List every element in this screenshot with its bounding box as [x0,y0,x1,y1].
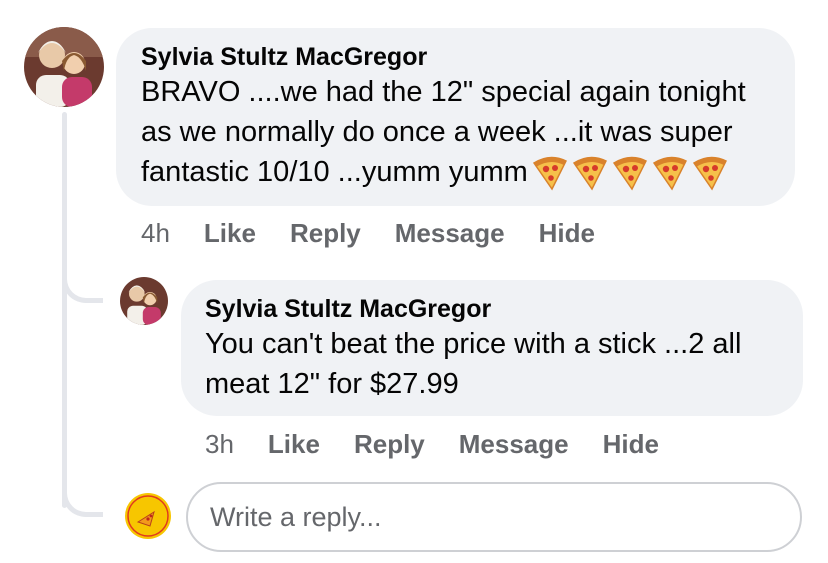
pizza-emoji [532,157,567,191]
comment-timestamp[interactable]: 4h [141,218,170,249]
reply-avatar[interactable] [120,277,168,325]
comment-actions: 4h Like Reply Message Hide [141,218,629,249]
pizza-emoji [612,157,647,191]
reply-reply-button[interactable]: Reply [354,429,425,460]
thread-line [62,112,67,508]
reply-bubble: Sylvia Stultz MacGregor You can't beat t… [181,280,803,416]
reply-timestamp[interactable]: 3h [205,429,234,460]
comment-bubble: Sylvia Stultz MacGregor BRAVO ....we had… [116,28,795,206]
reply-actions: 3h Like Reply Message Hide [205,429,693,460]
reply-text: You can't beat the price with a stick ..… [205,328,742,400]
reply-like-button[interactable]: Like [268,429,320,460]
thread-branch-reply [62,270,103,303]
message-button[interactable]: Message [395,218,505,249]
comment-text: BRAVO ....we had the 12" special again t… [141,72,781,192]
page-avatar-logo [124,492,172,540]
reply-author[interactable]: Sylvia Stultz MacGregor [205,294,803,324]
reply-message-button[interactable]: Message [459,429,569,460]
comment-author[interactable]: Sylvia Stultz MacGregor [141,42,795,72]
pizza-emoji [692,157,727,191]
pizza-emoji [652,157,687,191]
thread-branch-composer [62,484,103,517]
reply-button[interactable]: Reply [290,218,361,249]
write-reply-input[interactable]: Write a reply... [186,482,802,552]
commenter-avatar[interactable] [24,27,104,107]
like-button[interactable]: Like [204,218,256,249]
hide-button[interactable]: Hide [539,218,595,249]
reply-input-placeholder: Write a reply... [210,501,382,532]
reply-hide-button[interactable]: Hide [603,429,659,460]
pizza-emoji [572,157,607,191]
pizza-emoji-row [528,156,728,191]
